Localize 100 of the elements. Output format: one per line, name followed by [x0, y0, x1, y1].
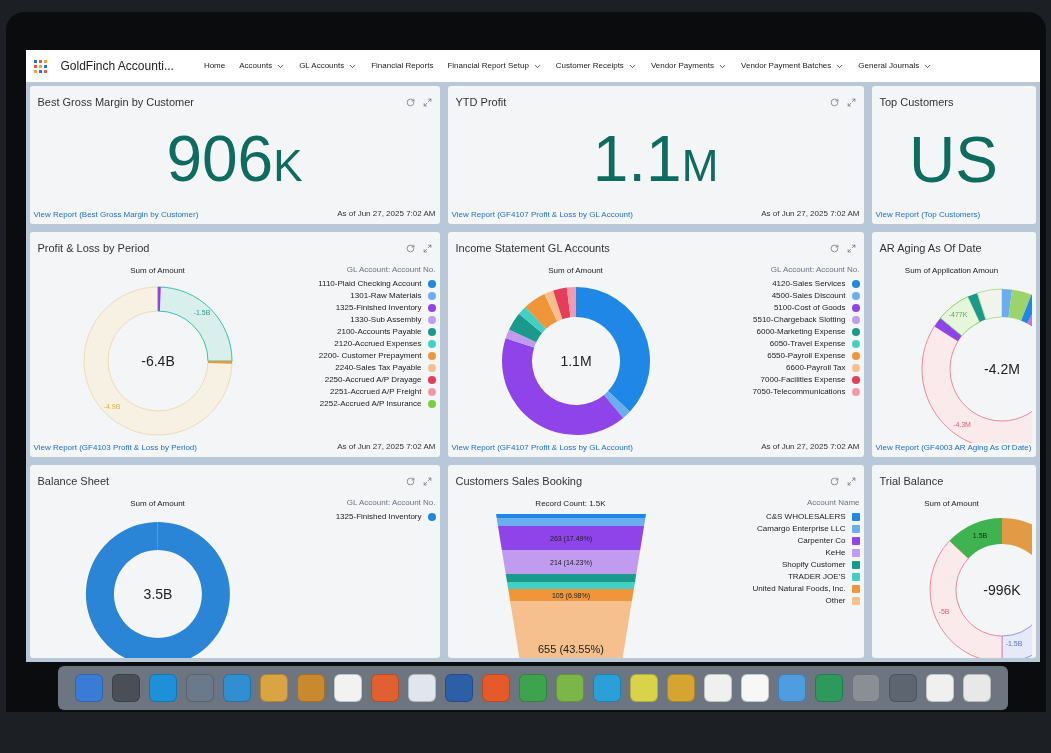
dock-app-icon[interactable] — [666, 674, 695, 702]
as-of-date: As of Jun 27, 2025 7:02 AM — [337, 441, 436, 453]
card-title: YTD Profit — [455, 95, 507, 110]
chart-title: Sum of Amount — [130, 497, 185, 510]
legend-label: 4120-Sales Services — [772, 278, 846, 289]
dock-app-icon[interactable] — [703, 674, 732, 702]
legend-label: KeHe — [825, 547, 846, 558]
legend-label: 7000-Facilities Expense — [760, 374, 846, 385]
expand-icon[interactable] — [846, 243, 856, 253]
refresh-icon[interactable] — [829, 476, 839, 486]
refresh-icon[interactable] — [405, 97, 415, 107]
card-title: Top Customers — [879, 95, 954, 110]
nav-item[interactable]: Customer Receipts — [555, 60, 637, 72]
legend-label: TRADER JOE'S — [787, 571, 846, 582]
nav-item[interactable]: Accounts — [239, 60, 286, 72]
view-report-link[interactable]: View Report (Top Customers) — [875, 210, 981, 220]
view-report-link[interactable]: View Report (Best Gross Margin by Customer) — [33, 210, 199, 220]
card-title: AR Aging As Of Date — [879, 241, 982, 256]
as-of-date: As of Jun 27, 2025 7:02 AM — [761, 441, 860, 453]
card-title: Profit & Loss by Period — [37, 241, 150, 256]
expand-icon[interactable] — [422, 476, 432, 486]
card-title: Best Gross Margin by Customer — [37, 95, 194, 110]
dock-app-icon[interactable] — [407, 674, 436, 702]
dock-app-icon[interactable] — [962, 674, 991, 702]
legend-label: 2200- Customer Prepayment — [318, 350, 422, 361]
legend-label: 1325-Finished Inventory — [335, 302, 422, 313]
metric-value: US — [909, 128, 998, 193]
app-launcher-icon[interactable] — [33, 59, 47, 73]
view-report-link[interactable]: View Report (GF4107 Profit & Loss by GL Account) — [451, 443, 633, 453]
chart-center-value: 3.5B — [143, 585, 172, 602]
chart-title: Sum of Amount — [548, 264, 603, 277]
legend-label: 5510-Chargeback Slotting — [753, 314, 846, 325]
legend-label: 2250-Accrued A/P Drayage — [324, 374, 422, 385]
view-report-link[interactable]: View Report (GF4103 Profit & Loss by Period) — [33, 443, 197, 453]
refresh-icon[interactable] — [829, 243, 839, 253]
refresh-icon[interactable] — [829, 97, 839, 107]
legend-title: GL Account: Account No. — [770, 264, 860, 275]
legend-title: GL Account: Account No. — [346, 264, 436, 275]
legend-title: Account Name — [807, 497, 860, 508]
legend-label: 4500-Sales Discount — [771, 290, 846, 301]
chart-center-value: 1.1M — [559, 352, 592, 369]
legend-label: 2120-Accrued Expenses — [334, 338, 422, 349]
legend-label: 7050-Telecommunications — [752, 386, 846, 397]
chart-title: Sum of Amount — [924, 497, 979, 510]
nav-item[interactable]: GL Accounts — [299, 60, 358, 72]
legend-label: 2251-Accrued A/P Freight — [330, 386, 422, 397]
refresh-icon[interactable] — [405, 476, 415, 486]
legend-label: 1301-Raw Materials — [350, 290, 422, 301]
as-of-date: As of Jun 27, 2025 7:02 AM — [761, 208, 860, 220]
legend-label: 2100-Accounts Payable — [337, 326, 422, 337]
chart-center-value: -996K — [982, 581, 1021, 598]
legend-label: Other — [825, 595, 846, 606]
dock-app-icon[interactable] — [555, 674, 584, 702]
legend-label: United Natural Foods, Inc. — [752, 583, 846, 594]
view-report-link[interactable]: View Report (GF4107 Profit & Loss by GL Account) — [451, 210, 633, 220]
chart-center-value: -4.2M — [983, 360, 1020, 377]
legend-title: GL Account: Account No. — [346, 497, 436, 508]
expand-icon[interactable] — [422, 243, 432, 253]
data-label: 655 (43.55%) — [537, 642, 604, 655]
chart-center-value: -6.4B — [140, 352, 175, 369]
nav-item[interactable]: Financial Report Setup — [447, 60, 542, 72]
nav-item[interactable]: Vendor Payment Batches — [741, 60, 845, 72]
legend-label: Carpenter Co — [797, 535, 846, 546]
legend-label: 2252-Accrued A/P Insurance — [319, 398, 422, 409]
chart-title: Record Count: 1.5K — [535, 497, 606, 510]
legend-label: Shopify Customer — [781, 559, 846, 570]
card-title: Customers Sales Booking — [455, 474, 583, 489]
expand-icon[interactable] — [846, 97, 856, 107]
nav-item[interactable]: Home — [203, 60, 226, 72]
dock-app-icon[interactable] — [740, 674, 769, 702]
nav-item[interactable]: Vendor Payments — [650, 60, 728, 72]
legend-label: 6550-Payroll Expense — [767, 350, 846, 361]
legend-label: Camargo Enterprise LLC — [757, 523, 846, 534]
dock-app-icon[interactable] — [444, 674, 473, 702]
legend-label: 1325-Finished Inventory — [335, 511, 422, 522]
legend-label: 2240-Sales Tax Payable — [335, 362, 422, 373]
chart-title: Sum of Application Amoun — [904, 264, 999, 277]
expand-icon[interactable] — [846, 476, 856, 486]
dock-app-icon[interactable] — [259, 674, 288, 702]
metric-value: 906K — [166, 127, 303, 192]
legend-label: C&S WHOLESALERS — [765, 511, 846, 522]
chart-title: Sum of Amount — [130, 264, 185, 277]
app-title: GoldFinch Accounti... — [60, 58, 174, 75]
refresh-icon[interactable] — [405, 243, 415, 253]
view-report-link[interactable]: View Report (GF4003 AR Aging As Of Date) — [875, 443, 1032, 453]
legend-label: 1110-Plaid Checking Account — [318, 278, 422, 289]
legend-label: 6000-Marketing Expense — [756, 326, 846, 337]
nav-item[interactable]: General Journals — [858, 60, 933, 72]
nav-item[interactable]: Financial Reports — [371, 60, 434, 72]
legend-label: 6050-Travel Expense — [769, 338, 846, 349]
dock-app-icon[interactable] — [629, 674, 658, 702]
legend-label: 1330-Sub Assembly — [350, 314, 422, 325]
expand-icon[interactable] — [422, 97, 432, 107]
dock-app-icon[interactable] — [111, 674, 140, 702]
as-of-date: As of Jun 27, 2025 7:02 AM — [337, 208, 436, 220]
dock-app-icon[interactable] — [925, 674, 954, 702]
dock-app-icon[interactable] — [333, 674, 362, 702]
dock-app-icon[interactable] — [888, 674, 917, 702]
card-title: Income Statement GL Accounts — [455, 241, 610, 256]
card-title: Balance Sheet — [37, 474, 110, 489]
